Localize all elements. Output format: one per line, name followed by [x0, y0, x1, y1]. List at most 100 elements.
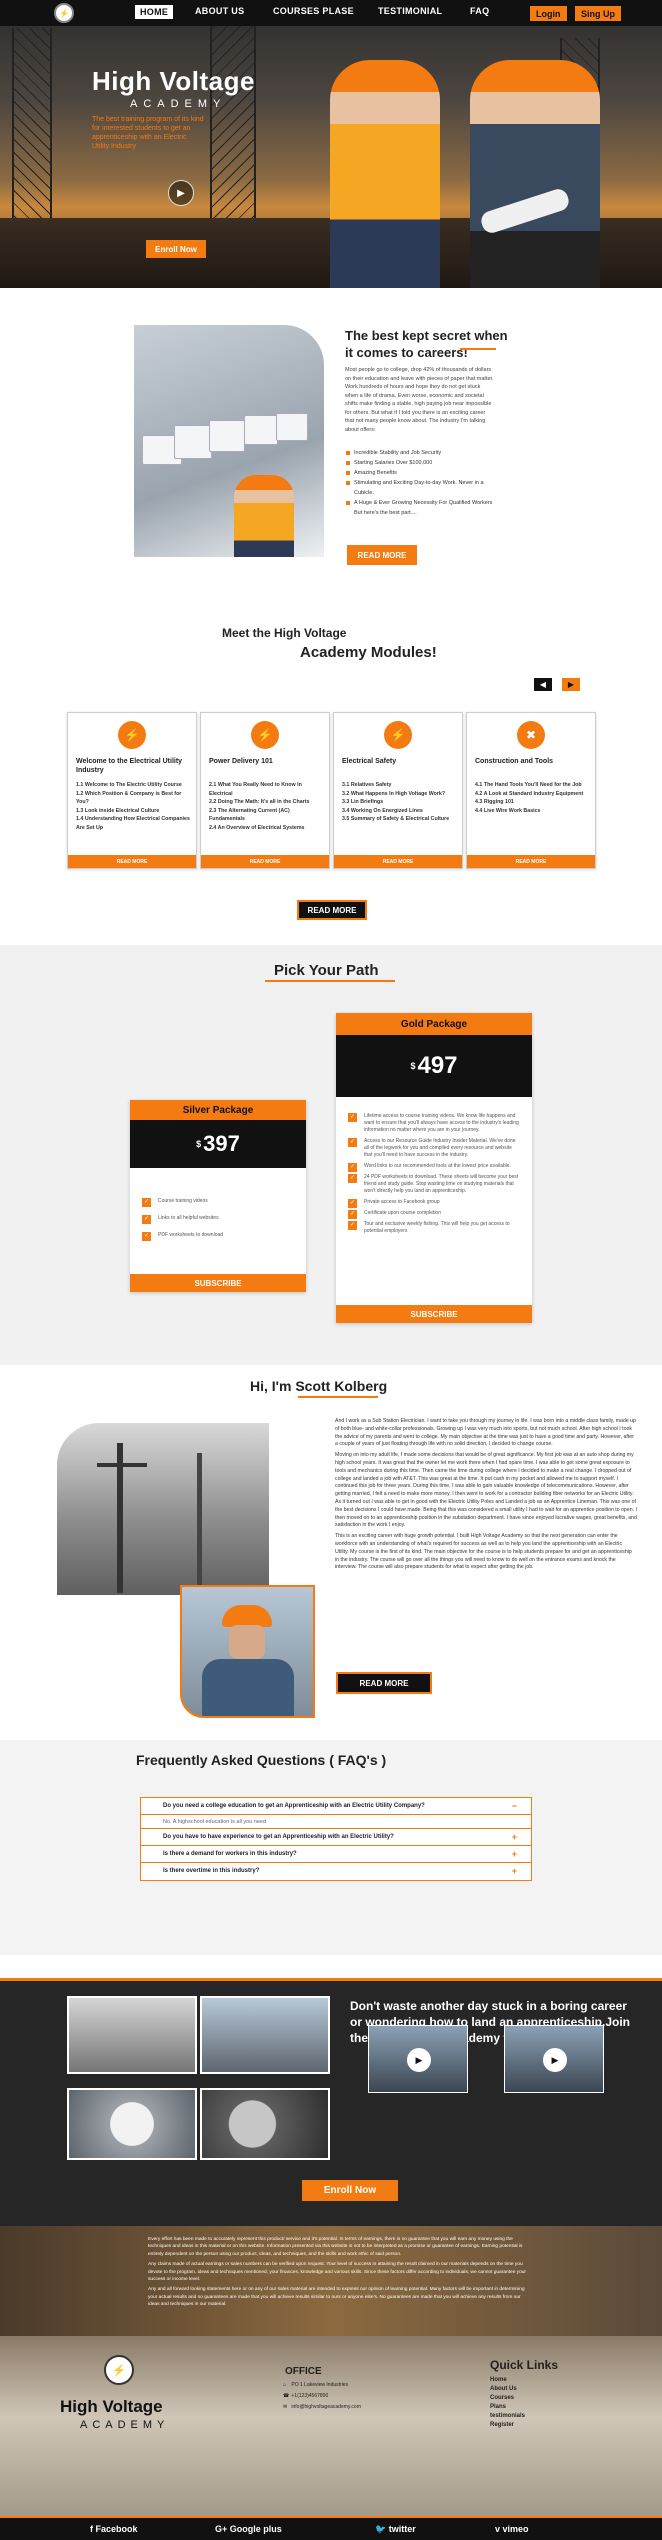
module-topics: 1.1 Welcome to The Electric Utility Cour… [76, 781, 191, 832]
quick-link-testimonials[interactable]: testimonials [490, 2412, 525, 2421]
plus-icon: + [511, 1849, 517, 1859]
vimeo-icon: v [495, 2524, 501, 2534]
pricing-title: Pick Your Path [274, 962, 379, 979]
module-card-4[interactable]: ✖ Construction and Tools 4.1 The Hand To… [466, 712, 596, 869]
secret-title-line2: it comes to careers! [345, 345, 468, 360]
plan-price-box: $497 [336, 1035, 532, 1097]
quick-link-home[interactable]: Home [490, 2376, 525, 2385]
secret-title-line1: The best kept secret when [345, 328, 508, 343]
plan-features: ✓ Course training videos ✓ Links to all he… [130, 1198, 306, 1241]
module-card-1[interactable]: ⚡ Welcome to the Electrical Utility Indu… [67, 712, 197, 869]
facebook-link[interactable]: f Facebook [90, 2524, 138, 2534]
facebook-icon: f [90, 2524, 93, 2534]
list-item: 2.1 What You Really Need to Know In Elec… [209, 782, 302, 797]
quick-link-courses[interactable]: Courses [490, 2394, 525, 2403]
plan-features: ✓ Lifetime access to course training vide… [336, 1113, 532, 1235]
signup-button[interactable]: Sing Up [575, 6, 621, 21]
login-button[interactable]: Login [530, 6, 567, 21]
truck-graphic [244, 415, 278, 445]
list-item: Stimulating and Exciting Day-to-day Work… [345, 478, 495, 498]
email-text[interactable]: info@highvoltageacademy.com [291, 2404, 360, 2410]
safety-icon: ⚡ [384, 721, 412, 749]
modules-read-more-button[interactable]: READ MORE [297, 900, 367, 920]
google-plus-link[interactable]: G+ Google plus [215, 2524, 282, 2534]
silver-subscribe-button[interactable]: SUBSCRIBE [130, 1274, 306, 1292]
faq-question[interactable]: Is there overtime in this industry? + [141, 1863, 531, 1880]
check-icon: ✓ [348, 1221, 357, 1230]
module-read-more-button[interactable]: READ MORE [334, 855, 462, 868]
vimeo-link[interactable]: v vimeo [495, 2524, 529, 2534]
nav-faq[interactable]: FAQ [470, 6, 489, 16]
modules-title-line2: Academy Modules! [300, 644, 437, 661]
hero-enroll-button[interactable]: Enroll Now [146, 240, 206, 258]
google-plus-label: Google plus [229, 2524, 282, 2534]
list-item: 3.4 Working On Energized Lines [342, 807, 423, 814]
quick-link-about[interactable]: About Us [490, 2385, 525, 2394]
quick-links: Home About Us Courses Plans testimonials… [490, 2376, 525, 2430]
plan-price: 397 [203, 1131, 240, 1156]
module-read-more-button[interactable]: READ MORE [68, 855, 196, 868]
feature-text: PDF worksheets to download [158, 1232, 224, 1238]
module-card-2[interactable]: ⚡ Power Delivery 101 2.1 What You Really… [200, 712, 330, 869]
social-bar: f Facebook G+ Google plus 🐦 twitter v vi… [0, 2516, 662, 2540]
feature-text: Certificate upon course completion [364, 1210, 441, 1216]
module-title: Construction and Tools [475, 758, 554, 765]
video-thumbnail[interactable]: ▶ [368, 2025, 468, 2093]
footer-logo[interactable]: ⚡ [104, 2355, 134, 2385]
gold-subscribe-button[interactable]: SUBSCRIBE [336, 1305, 532, 1323]
feature-text: Links to all helpful websites [158, 1215, 219, 1221]
nav-testimonial[interactable]: TESTIMONIAL [378, 6, 442, 16]
truck-graphic [174, 425, 212, 459]
lightning-icon: ⚡ [118, 721, 146, 749]
google-plus-icon: G+ [215, 2524, 228, 2534]
bio-text: And I work as a Sub Station Electrician.… [335, 1418, 637, 1575]
secret-intro-text: Most people go to college, drop 42% of t… [345, 367, 494, 433]
faq-accordion: Do you need a college education to get a… [140, 1797, 532, 1881]
benefits-list: Incredible Stability and Job Security St… [345, 448, 495, 518]
cta-enroll-button[interactable]: Enroll Now [302, 2180, 398, 2201]
secret-read-more-button[interactable]: READ MORE [347, 545, 417, 565]
feature-text: Tour and exclusive weekly fishing. This … [364, 1221, 510, 1234]
feature-text: Private access to Facebook group [364, 1199, 440, 1205]
utility-trucks-image [134, 325, 324, 557]
title-underline [298, 1396, 378, 1398]
list-item: 1.1 Welcome to The Electric Utility Cour… [76, 782, 182, 788]
list-item: 2.2 Doing The Math: It's all in the Char… [209, 799, 310, 805]
quick-link-register[interactable]: Register [490, 2421, 525, 2430]
plan-price-box: $397 [130, 1120, 306, 1168]
module-card-3[interactable]: ⚡ Electrical Safety 3.1 Relatives Safety… [333, 712, 463, 869]
quick-links-title: Quick Links [490, 2358, 559, 2372]
facebook-label: Facebook [95, 2524, 138, 2534]
power-icon: ⚡ [251, 721, 279, 749]
faq-question[interactable]: Do you need a college education to get a… [141, 1798, 531, 1815]
check-icon: ✓ [348, 1138, 357, 1147]
carousel-prev-button[interactable]: ◀ [534, 678, 552, 691]
module-read-more-button[interactable]: READ MORE [201, 855, 329, 868]
power-tower-image [12, 28, 52, 228]
nav-home[interactable]: HOME [135, 5, 174, 19]
nav-courses[interactable]: COURSES PLASE [273, 6, 354, 16]
quick-link-plans[interactable]: Plans [490, 2403, 525, 2412]
email-line[interactable]: ✉ info@highvoltageacademy.com [283, 2402, 361, 2413]
play-icon: ▶ [177, 187, 185, 199]
play-video-button[interactable]: ▶ [168, 180, 194, 206]
module-read-more-button[interactable]: READ MORE [467, 855, 595, 868]
title-underline [265, 980, 395, 982]
list-item: ✓ Lifetime access to course training vide… [348, 1113, 520, 1134]
faq-question[interactable]: Do you have to have experience to get an… [141, 1829, 531, 1846]
faq-question[interactable]: Is there a demand for workers in this in… [141, 1846, 531, 1863]
site-logo[interactable]: ⚡ [54, 3, 74, 23]
module-topics: 3.1 Relatives Safety 3.2 What Happens In… [342, 781, 457, 824]
list-item: 3.3 Lin Briefings [342, 799, 384, 805]
worker-photo-left [330, 60, 440, 288]
video-thumbnail[interactable]: ▶ [504, 2025, 604, 2093]
list-item: ✓ Word links to our recommended tools at … [348, 1163, 520, 1172]
check-icon: ✓ [348, 1210, 357, 1219]
list-item: ✓ PDF worksheets to download [142, 1232, 294, 1241]
pricing-section [0, 945, 662, 1365]
nav-about-us[interactable]: ABOUT US [195, 6, 244, 16]
twitter-link[interactable]: 🐦 twitter [375, 2524, 416, 2535]
list-item: 1.2 Which Position & Company is Best for… [76, 790, 182, 806]
bio-read-more-button[interactable]: READ MORE [336, 1672, 432, 1694]
carousel-next-button[interactable]: ▶ [562, 678, 580, 691]
